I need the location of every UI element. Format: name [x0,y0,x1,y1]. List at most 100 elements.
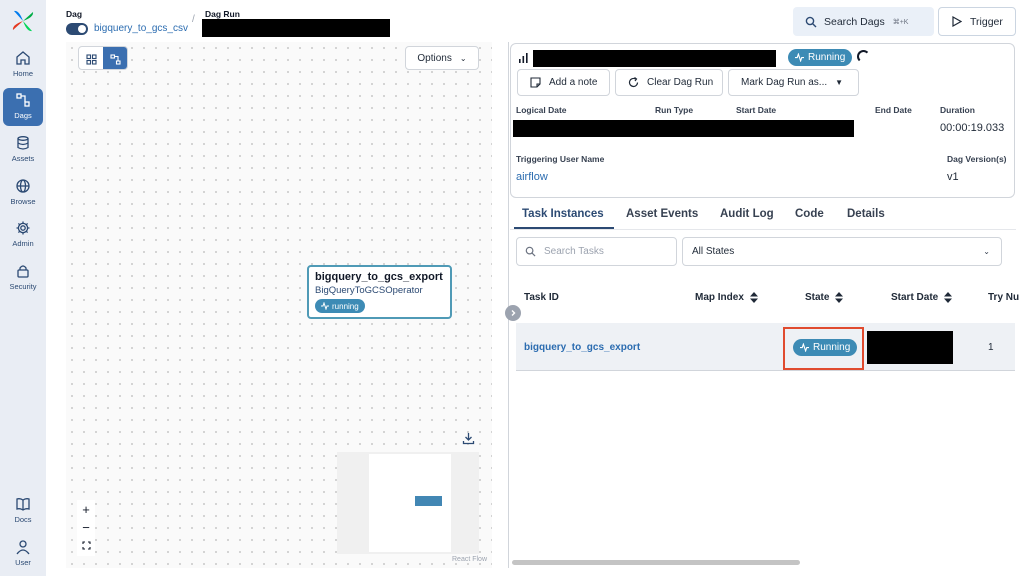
duration-label: Duration [940,105,975,115]
note-icon [530,77,541,88]
dag-pause-toggle[interactable] [66,23,88,35]
sidebar-item-admin[interactable]: Admin [3,216,43,254]
task-node-state-badge: running [315,299,365,313]
try-number-value: 1 [988,342,994,353]
sidebar-item-home[interactable]: Home [3,46,43,84]
column-header-label: Map Index [695,292,744,303]
sidebar-item-label: Admin [12,239,34,248]
user-icon [16,540,30,555]
column-header-label: Task ID [524,292,559,303]
sidebar-item-label: Browse [10,197,36,206]
column-header-task-id[interactable]: Task ID [524,292,559,303]
sidebar-item-label: Docs [14,515,32,524]
sidebar: Home Dags Assets Browse Admin Security D… [0,0,46,576]
caret-down-icon: ▼ [835,78,844,87]
mark-dag-run-button[interactable]: Mark Dag Run as... ▼ [728,69,859,96]
chevron-right-icon [511,310,516,316]
tab-audit-log[interactable]: Audit Log [720,208,774,220]
redacted-run-id [533,50,776,67]
home-icon [16,51,30,65]
column-header-start-date[interactable]: Start Date [891,292,953,303]
sort-icon [749,292,758,303]
breadcrumb-separator: / [192,14,195,25]
dag-label: Dag [66,9,83,19]
tab-details[interactable]: Details [847,208,885,220]
sidebar-item-label: Dags [14,111,32,120]
react-flow-attribution[interactable]: React Flow [452,556,487,563]
sidebar-item-user[interactable]: User [3,535,43,573]
task-node[interactable]: bigquery_to_gcs_export BigQueryToGCSOper… [307,265,452,319]
refresh-icon [628,77,639,88]
airflow-logo[interactable] [11,9,35,33]
fit-view-icon [81,540,91,550]
zoom-controls: + − [77,500,95,556]
column-header-map-index[interactable]: Map Index [695,292,758,303]
task-node-state-label: running [332,301,359,311]
sidebar-item-security[interactable]: Security [3,259,43,297]
column-header-label: Start Date [891,292,939,303]
sidebar-item-browse[interactable]: Browse [3,174,43,212]
options-button[interactable]: Options ⌄ [405,46,479,70]
state-filter-select[interactable]: All States ⌄ [682,237,1002,266]
chevron-down-icon: ⌄ [459,53,467,63]
fit-view-button[interactable] [77,536,95,554]
options-label: Options [417,52,452,64]
sidebar-item-label: User [15,558,31,567]
download-icon[interactable] [462,432,475,445]
sidebar-item-docs[interactable]: Docs [3,492,43,530]
redacted-dag-run-id [202,19,390,37]
search-shortcut: ⌘+K [892,18,909,26]
search-tasks-input[interactable] [544,246,664,257]
sort-icon [835,292,844,303]
tab-task-instances[interactable]: Task Instances [522,208,604,220]
dag-run-label: Dag Run [205,9,240,19]
redacted-start-date [867,331,953,364]
search-tasks-field[interactable] [516,237,677,266]
collapse-panel-button[interactable] [505,305,521,321]
tab-asset-events[interactable]: Asset Events [626,208,698,220]
minimap[interactable] [337,452,479,554]
tab-code[interactable]: Code [795,208,824,220]
clear-dag-run-button[interactable]: Clear Dag Run [615,69,723,96]
task-id-link[interactable]: bigquery_to_gcs_export [524,342,640,353]
gear-icon [16,221,30,235]
add-note-button[interactable]: Add a note [517,69,610,96]
zoom-out-button[interactable]: − [77,518,95,536]
sidebar-item-label: Assets [11,154,35,163]
task-node-operator: BigQueryToGCSOperator [315,285,423,296]
clear-dag-run-label: Clear Dag Run [647,77,714,88]
column-header-state[interactable]: State [805,292,844,303]
triggering-user-link[interactable]: airflow [516,171,548,183]
dag-version-value: v1 [947,171,959,183]
graph-icon [109,53,121,65]
state-filter-value: All States [692,246,735,257]
search-icon [805,16,817,27]
column-header-label: Try Nu [988,292,1020,303]
horizontal-scrollbar[interactable] [512,560,800,565]
bar-chart-icon [519,53,528,63]
triggering-user-label: Triggering User Name [516,154,605,164]
search-icon [525,246,536,257]
run-state-badge: Running [788,49,853,66]
lock-icon [17,265,29,278]
dag-id-link[interactable]: bigquery_to_gcs_csv [94,23,188,34]
minimap-node [415,496,442,506]
grid-view-button[interactable] [79,47,103,69]
dags-icon [16,93,30,107]
sidebar-item-label: Security [9,282,37,291]
trigger-label: Trigger [970,15,1003,28]
start-date-label: Start Date [736,105,777,115]
activity-icon [321,302,329,310]
column-header-try-number[interactable]: Try Nu [988,292,1019,303]
trigger-button[interactable]: Trigger [938,7,1016,36]
zoom-in-button[interactable]: + [77,500,95,518]
sidebar-item-assets[interactable]: Assets [3,131,43,169]
search-dags-button[interactable]: Search Dags ⌘+K [793,7,934,36]
graph-view-button[interactable] [103,47,127,69]
state-highlight-box [783,327,864,370]
add-note-label: Add a note [549,77,598,88]
logical-date-label: Logical Date [516,105,567,115]
sidebar-item-dags[interactable]: Dags [3,88,43,126]
activity-icon [795,53,804,62]
sort-icon [944,292,953,303]
